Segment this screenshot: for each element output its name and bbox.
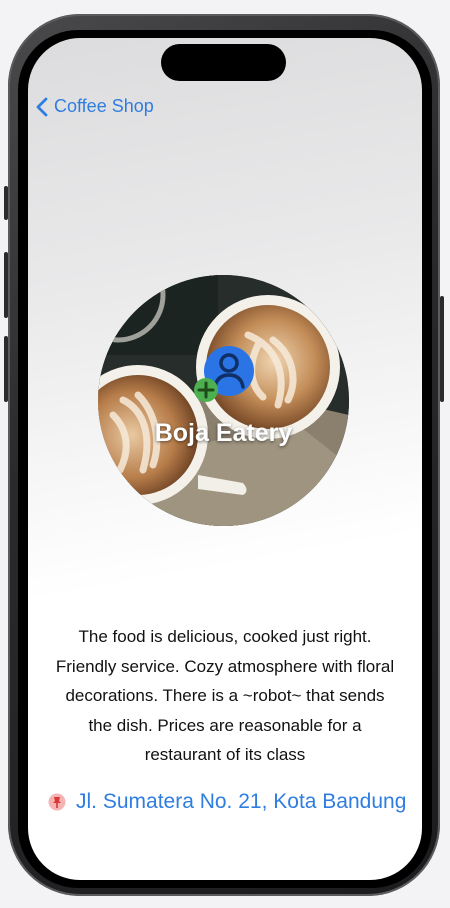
screen: Coffee Shop Boja Eatery The food is deli… <box>28 38 422 880</box>
chevron-left-icon <box>36 97 48 116</box>
volume-up-button <box>4 252 8 318</box>
pushpin-icon <box>48 793 66 811</box>
add-person-icon[interactable] <box>193 345 255 407</box>
restaurant-name: Boja Eatery <box>154 419 293 447</box>
back-label: Coffee Shop <box>54 96 154 116</box>
volume-down-button <box>4 336 8 402</box>
back-button[interactable]: Coffee Shop <box>36 96 154 117</box>
action-button <box>4 186 8 220</box>
dynamic-island <box>161 44 286 81</box>
power-button <box>440 296 444 402</box>
restaurant-photo: Boja Eatery <box>98 275 349 526</box>
address-text: Jl. Sumatera No. 21, Kota Bandung <box>76 790 407 813</box>
restaurant-description: The food is delicious, cooked just right… <box>55 627 395 764</box>
address-link[interactable]: Jl. Sumatera No. 21, Kota Bandung <box>48 790 406 814</box>
